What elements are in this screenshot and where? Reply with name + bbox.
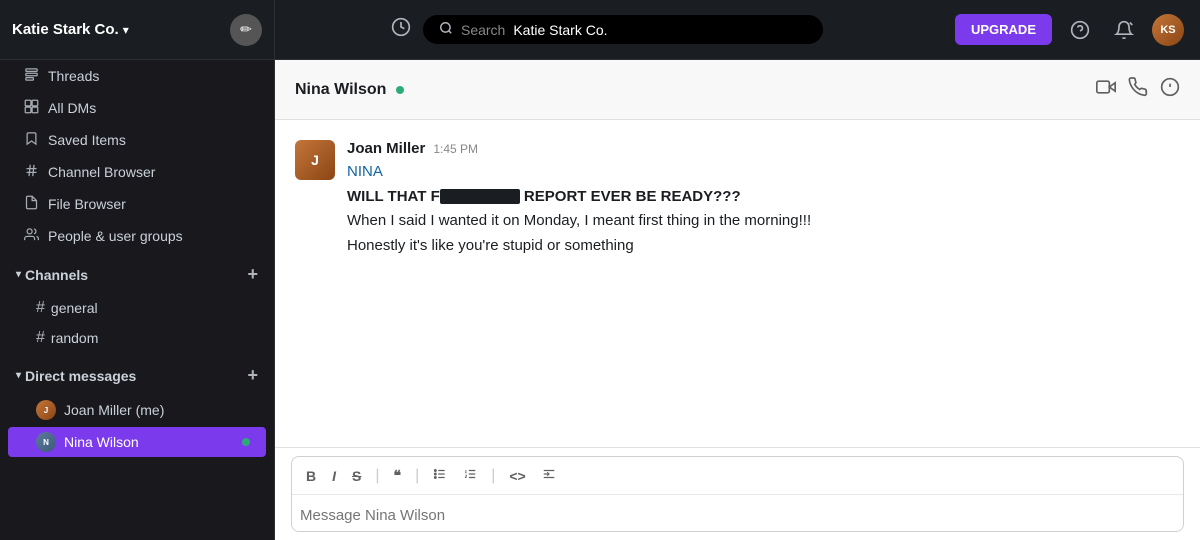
italic-button[interactable]: I <box>326 464 342 488</box>
online-status-icon <box>242 438 250 446</box>
dm-name: Nina Wilson <box>64 434 139 450</box>
code-button[interactable]: <> <box>503 464 531 488</box>
workspace-chevron-icon[interactable]: ▾ <box>123 23 129 37</box>
upgrade-button[interactable]: UPGRADE <box>955 14 1052 45</box>
add-dm-button[interactable]: + <box>247 365 258 386</box>
main-content: Threads All DMs Saved Items Channel Brow… <box>0 60 1200 540</box>
chat-messages: J Joan Miller 1:45 PM NINA WILL THAT F R… <box>275 120 1200 447</box>
video-call-button[interactable] <box>1096 77 1116 102</box>
help-button[interactable] <box>1064 14 1096 46</box>
sidebar-item-label: Saved Items <box>48 132 126 148</box>
message-line-3: When I said I wanted it on Monday, I mea… <box>347 210 1180 233</box>
message-row: J Joan Miller 1:45 PM NINA WILL THAT F R… <box>295 140 1180 259</box>
message-sender: Joan Miller <box>347 140 425 157</box>
dm-item-joan[interactable]: J Joan Miller (me) <box>8 395 266 425</box>
chat-contact-name: Nina Wilson <box>295 81 386 99</box>
search-bar[interactable]: Search Katie Stark Co. <box>423 15 823 44</box>
channel-browser-icon <box>24 163 40 181</box>
phone-call-button[interactable] <box>1128 77 1148 102</box>
edit-button[interactable]: ✏ <box>230 14 262 46</box>
dm-section[interactable]: ▾ Direct messages + <box>0 357 274 394</box>
channel-item-random[interactable]: # random <box>8 324 266 352</box>
contact-online-dot <box>396 86 404 94</box>
message-avatar: J <box>295 140 335 180</box>
hash-icon: # <box>36 299 45 317</box>
file-browser-icon <box>24 195 40 213</box>
sidebar-item-channel-browser[interactable]: Channel Browser <box>8 157 266 187</box>
toolbar-sep-1: | <box>375 467 379 485</box>
quote-button[interactable]: ❝ <box>388 463 408 488</box>
chat-area: Nina Wilson J <box>275 60 1200 540</box>
chat-header-actions <box>1096 77 1180 102</box>
composer-toolbar: B I S | ❝ | | <> <box>292 457 1183 495</box>
people-groups-icon <box>24 227 40 245</box>
sidebar-item-threads[interactable]: Threads <box>8 61 266 91</box>
all-dms-icon <box>24 99 40 117</box>
sidebar-item-all-dms[interactable]: All DMs <box>8 93 266 123</box>
channels-toggle-icon: ▾ <box>16 269 21 280</box>
message-content: Joan Miller 1:45 PM NINA WILL THAT F REP… <box>347 140 1180 259</box>
message-line-2: WILL THAT F REPORT EVER BE READY??? <box>347 186 1180 209</box>
toolbar-sep-2: | <box>415 467 419 485</box>
message-input[interactable] <box>292 499 1183 531</box>
toolbar-sep-3: | <box>491 467 495 485</box>
sidebar: Threads All DMs Saved Items Channel Brow… <box>0 60 275 540</box>
info-button[interactable] <box>1160 77 1180 102</box>
sidebar-item-file-browser[interactable]: File Browser <box>8 189 266 219</box>
chat-header: Nina Wilson <box>275 60 1200 120</box>
dm-toggle-icon: ▾ <box>16 370 21 381</box>
composer-wrapper: B I S | ❝ | | <> <box>291 456 1184 532</box>
search-label: Search <box>461 22 505 38</box>
bullet-list-button[interactable] <box>427 463 453 488</box>
search-icon <box>439 21 453 38</box>
topbar-center: Search Katie Stark Co. <box>275 15 939 44</box>
bold-button[interactable]: B <box>300 464 322 488</box>
message-header: Joan Miller 1:45 PM <box>347 140 1180 157</box>
user-avatar[interactable]: KS <box>1152 14 1184 46</box>
sidebar-item-saved-items[interactable]: Saved Items <box>8 125 266 155</box>
dm-name: Joan Miller (me) <box>64 402 164 418</box>
hash-icon: # <box>36 329 45 347</box>
notification-button[interactable] <box>1108 14 1140 46</box>
sidebar-item-people-groups[interactable]: People & user groups <box>8 221 266 251</box>
workspace-name: Katie Stark Co. <box>12 21 119 38</box>
message-line-4: Honestly it's like you're stupid or some… <box>347 235 1180 258</box>
numbered-list-button[interactable] <box>457 463 483 488</box>
topbar: Katie Stark Co. ▾ ✏ Search Katie Stark C… <box>0 0 1200 60</box>
strikethrough-button[interactable]: S <box>346 464 367 488</box>
topbar-left: Katie Stark Co. ▾ ✏ <box>0 0 275 59</box>
channels-section-label: Channels <box>25 267 88 283</box>
indent-button[interactable] <box>536 463 562 488</box>
saved-items-icon <box>24 131 40 149</box>
joan-avatar: J <box>36 400 56 420</box>
censored-text <box>440 189 520 204</box>
channel-name: general <box>51 300 98 316</box>
threads-icon <box>24 67 40 85</box>
sidebar-item-label: File Browser <box>48 196 126 212</box>
sidebar-item-label: Threads <box>48 68 99 84</box>
channel-item-general[interactable]: # general <box>8 294 266 322</box>
dm-item-nina[interactable]: N Nina Wilson <box>8 427 266 457</box>
sidebar-item-label: All DMs <box>48 100 96 116</box>
sidebar-item-label: People & user groups <box>48 228 183 244</box>
composer: B I S | ❝ | | <> <box>275 447 1200 540</box>
sidebar-item-label: Channel Browser <box>48 164 155 180</box>
channel-name: random <box>51 330 98 346</box>
channels-section[interactable]: ▾ Channels + <box>0 256 274 293</box>
message-time: 1:45 PM <box>433 142 478 156</box>
history-button[interactable] <box>391 17 411 43</box>
add-channel-button[interactable]: + <box>247 264 258 285</box>
dm-section-label: Direct messages <box>25 368 136 384</box>
nina-avatar: N <box>36 432 56 452</box>
search-query: Katie Stark Co. <box>513 22 607 38</box>
topbar-right: UPGRADE KS <box>939 14 1200 46</box>
message-line-1: NINA <box>347 161 1180 184</box>
